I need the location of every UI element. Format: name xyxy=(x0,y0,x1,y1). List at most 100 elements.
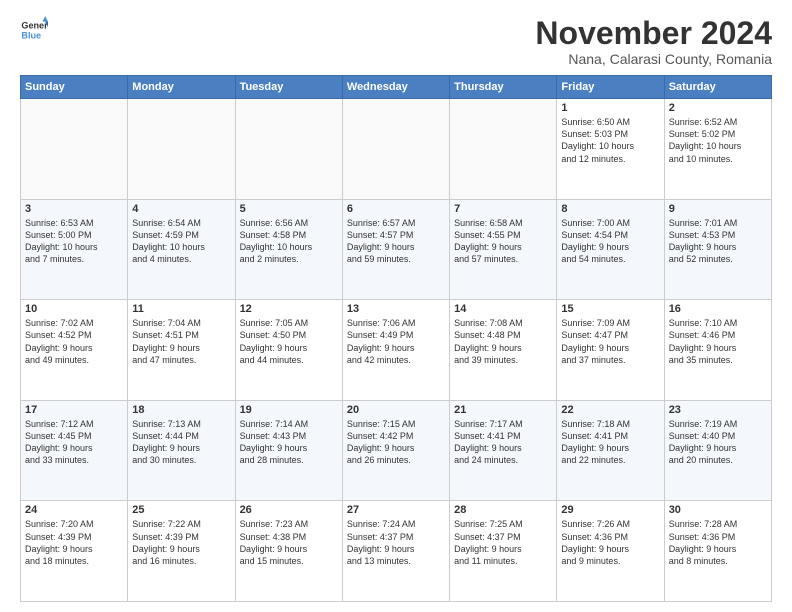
calendar-cell: 14 Sunrise: 7:08 AM Sunset: 4:48 PM Dayli… xyxy=(450,300,557,401)
calendar-cell: 11 Sunrise: 7:04 AM Sunset: 4:51 PM Dayli… xyxy=(128,300,235,401)
day-number: 14 xyxy=(454,303,552,315)
day-number: 15 xyxy=(561,303,659,315)
day-number: 22 xyxy=(561,404,659,416)
logo: General Blue xyxy=(20,16,48,44)
day-number: 26 xyxy=(240,504,338,516)
day-info: Sunrise: 7:22 AM Sunset: 4:39 PM Dayligh… xyxy=(132,518,230,567)
calendar-cell: 20 Sunrise: 7:15 AM Sunset: 4:42 PM Dayli… xyxy=(342,400,449,501)
calendar-cell: 7 Sunrise: 6:58 AM Sunset: 4:55 PM Daylig… xyxy=(450,199,557,300)
location-subtitle: Nana, Calarasi County, Romania xyxy=(535,51,772,67)
calendar-cell: 2 Sunrise: 6:52 AM Sunset: 5:02 PM Daylig… xyxy=(664,99,771,200)
calendar-cell: 8 Sunrise: 7:00 AM Sunset: 4:54 PM Daylig… xyxy=(557,199,664,300)
day-number: 20 xyxy=(347,404,445,416)
day-number: 9 xyxy=(669,203,767,215)
calendar-week-4: 17Sunrise: 7:12 AM Sunset: 4:45 PM Dayli… xyxy=(21,400,772,501)
day-info: Sunrise: 6:52 AM Sunset: 5:02 PM Dayligh… xyxy=(669,116,767,165)
day-info: Sunrise: 6:50 AM Sunset: 5:03 PM Dayligh… xyxy=(561,116,659,165)
day-info: Sunrise: 7:06 AM Sunset: 4:49 PM Dayligh… xyxy=(347,317,445,366)
day-number: 11 xyxy=(132,303,230,315)
day-number: 7 xyxy=(454,203,552,215)
calendar-cell: 19Sunrise: 7:14 AM Sunset: 4:43 PM Dayli… xyxy=(235,400,342,501)
day-info: Sunrise: 7:19 AM Sunset: 4:40 PM Dayligh… xyxy=(669,418,767,467)
day-number: 3 xyxy=(25,203,123,215)
day-number: 23 xyxy=(669,404,767,416)
day-info: Sunrise: 7:13 AM Sunset: 4:44 PM Dayligh… xyxy=(132,418,230,467)
day-info: Sunrise: 6:57 AM Sunset: 4:57 PM Dayligh… xyxy=(347,217,445,266)
calendar-cell: 22Sunrise: 7:18 AM Sunset: 4:41 PM Dayli… xyxy=(557,400,664,501)
day-number: 4 xyxy=(132,203,230,215)
calendar-week-1: 1 Sunrise: 6:50 AM Sunset: 5:03 PM Daylig… xyxy=(21,99,772,200)
calendar-cell: 13 Sunrise: 7:06 AM Sunset: 4:49 PM Dayli… xyxy=(342,300,449,401)
col-tuesday: Tuesday xyxy=(235,76,342,99)
calendar-cell xyxy=(450,99,557,200)
calendar-cell: 10Sunrise: 7:02 AM Sunset: 4:52 PM Dayli… xyxy=(21,300,128,401)
day-number: 24 xyxy=(25,504,123,516)
calendar-cell: 15Sunrise: 7:09 AM Sunset: 4:47 PM Dayli… xyxy=(557,300,664,401)
svg-text:Blue: Blue xyxy=(21,30,41,40)
calendar-header-row: Sunday Monday Tuesday Wednesday Thursday… xyxy=(21,76,772,99)
calendar-cell: 5Sunrise: 6:56 AM Sunset: 4:58 PM Daylig… xyxy=(235,199,342,300)
day-info: Sunrise: 7:08 AM Sunset: 4:48 PM Dayligh… xyxy=(454,317,552,366)
day-number: 1 xyxy=(561,102,659,114)
day-number: 16 xyxy=(669,303,767,315)
calendar-week-5: 24 Sunrise: 7:20 AM Sunset: 4:39 PM Dayli… xyxy=(21,501,772,602)
day-info: Sunrise: 6:58 AM Sunset: 4:55 PM Dayligh… xyxy=(454,217,552,266)
calendar-cell: 30 Sunrise: 7:28 AM Sunset: 4:36 PM Dayli… xyxy=(664,501,771,602)
calendar-cell: 26 Sunrise: 7:23 AM Sunset: 4:38 PM Dayli… xyxy=(235,501,342,602)
calendar-cell: 27 Sunrise: 7:24 AM Sunset: 4:37 PM Dayli… xyxy=(342,501,449,602)
day-info: Sunrise: 6:54 AM Sunset: 4:59 PM Dayligh… xyxy=(132,217,230,266)
calendar-week-3: 10Sunrise: 7:02 AM Sunset: 4:52 PM Dayli… xyxy=(21,300,772,401)
svg-text:General: General xyxy=(21,21,48,31)
day-info: Sunrise: 7:01 AM Sunset: 4:53 PM Dayligh… xyxy=(669,217,767,266)
header: General Blue November 2024 Nana, Calaras… xyxy=(20,16,772,67)
day-number: 28 xyxy=(454,504,552,516)
calendar-cell: 3 Sunrise: 6:53 AM Sunset: 5:00 PM Daylig… xyxy=(21,199,128,300)
calendar-cell xyxy=(342,99,449,200)
day-number: 21 xyxy=(454,404,552,416)
day-info: Sunrise: 7:20 AM Sunset: 4:39 PM Dayligh… xyxy=(25,518,123,567)
col-monday: Monday xyxy=(128,76,235,99)
calendar-cell: 18Sunrise: 7:13 AM Sunset: 4:44 PM Dayli… xyxy=(128,400,235,501)
day-info: Sunrise: 7:24 AM Sunset: 4:37 PM Dayligh… xyxy=(347,518,445,567)
calendar-cell: 17Sunrise: 7:12 AM Sunset: 4:45 PM Dayli… xyxy=(21,400,128,501)
day-info: Sunrise: 6:53 AM Sunset: 5:00 PM Dayligh… xyxy=(25,217,123,266)
title-block: November 2024 Nana, Calarasi County, Rom… xyxy=(535,16,772,67)
calendar-week-2: 3 Sunrise: 6:53 AM Sunset: 5:00 PM Daylig… xyxy=(21,199,772,300)
calendar-cell: 9 Sunrise: 7:01 AM Sunset: 4:53 PM Daylig… xyxy=(664,199,771,300)
calendar-cell: 1 Sunrise: 6:50 AM Sunset: 5:03 PM Daylig… xyxy=(557,99,664,200)
day-info: Sunrise: 7:17 AM Sunset: 4:41 PM Dayligh… xyxy=(454,418,552,467)
day-info: Sunrise: 7:04 AM Sunset: 4:51 PM Dayligh… xyxy=(132,317,230,366)
calendar-cell: 21 Sunrise: 7:17 AM Sunset: 4:41 PM Dayli… xyxy=(450,400,557,501)
col-thursday: Thursday xyxy=(450,76,557,99)
month-title: November 2024 xyxy=(535,16,772,51)
calendar-cell: 6 Sunrise: 6:57 AM Sunset: 4:57 PM Daylig… xyxy=(342,199,449,300)
day-info: Sunrise: 7:10 AM Sunset: 4:46 PM Dayligh… xyxy=(669,317,767,366)
day-info: Sunrise: 7:23 AM Sunset: 4:38 PM Dayligh… xyxy=(240,518,338,567)
day-number: 17 xyxy=(25,404,123,416)
day-number: 27 xyxy=(347,504,445,516)
day-number: 2 xyxy=(669,102,767,114)
calendar-cell: 24 Sunrise: 7:20 AM Sunset: 4:39 PM Dayli… xyxy=(21,501,128,602)
day-info: Sunrise: 7:15 AM Sunset: 4:42 PM Dayligh… xyxy=(347,418,445,467)
day-number: 30 xyxy=(669,504,767,516)
day-info: Sunrise: 7:00 AM Sunset: 4:54 PM Dayligh… xyxy=(561,217,659,266)
calendar-cell xyxy=(235,99,342,200)
calendar-cell: 12Sunrise: 7:05 AM Sunset: 4:50 PM Dayli… xyxy=(235,300,342,401)
day-number: 29 xyxy=(561,504,659,516)
day-number: 12 xyxy=(240,303,338,315)
logo-icon: General Blue xyxy=(20,16,48,44)
col-saturday: Saturday xyxy=(664,76,771,99)
day-number: 5 xyxy=(240,203,338,215)
calendar-cell: 16 Sunrise: 7:10 AM Sunset: 4:46 PM Dayli… xyxy=(664,300,771,401)
day-info: Sunrise: 7:26 AM Sunset: 4:36 PM Dayligh… xyxy=(561,518,659,567)
calendar-table: Sunday Monday Tuesday Wednesday Thursday… xyxy=(20,75,772,602)
day-number: 6 xyxy=(347,203,445,215)
day-number: 8 xyxy=(561,203,659,215)
day-number: 10 xyxy=(25,303,123,315)
col-wednesday: Wednesday xyxy=(342,76,449,99)
day-number: 13 xyxy=(347,303,445,315)
calendar-cell: 23 Sunrise: 7:19 AM Sunset: 4:40 PM Dayli… xyxy=(664,400,771,501)
col-friday: Friday xyxy=(557,76,664,99)
day-info: Sunrise: 7:28 AM Sunset: 4:36 PM Dayligh… xyxy=(669,518,767,567)
calendar-cell: 25Sunrise: 7:22 AM Sunset: 4:39 PM Dayli… xyxy=(128,501,235,602)
